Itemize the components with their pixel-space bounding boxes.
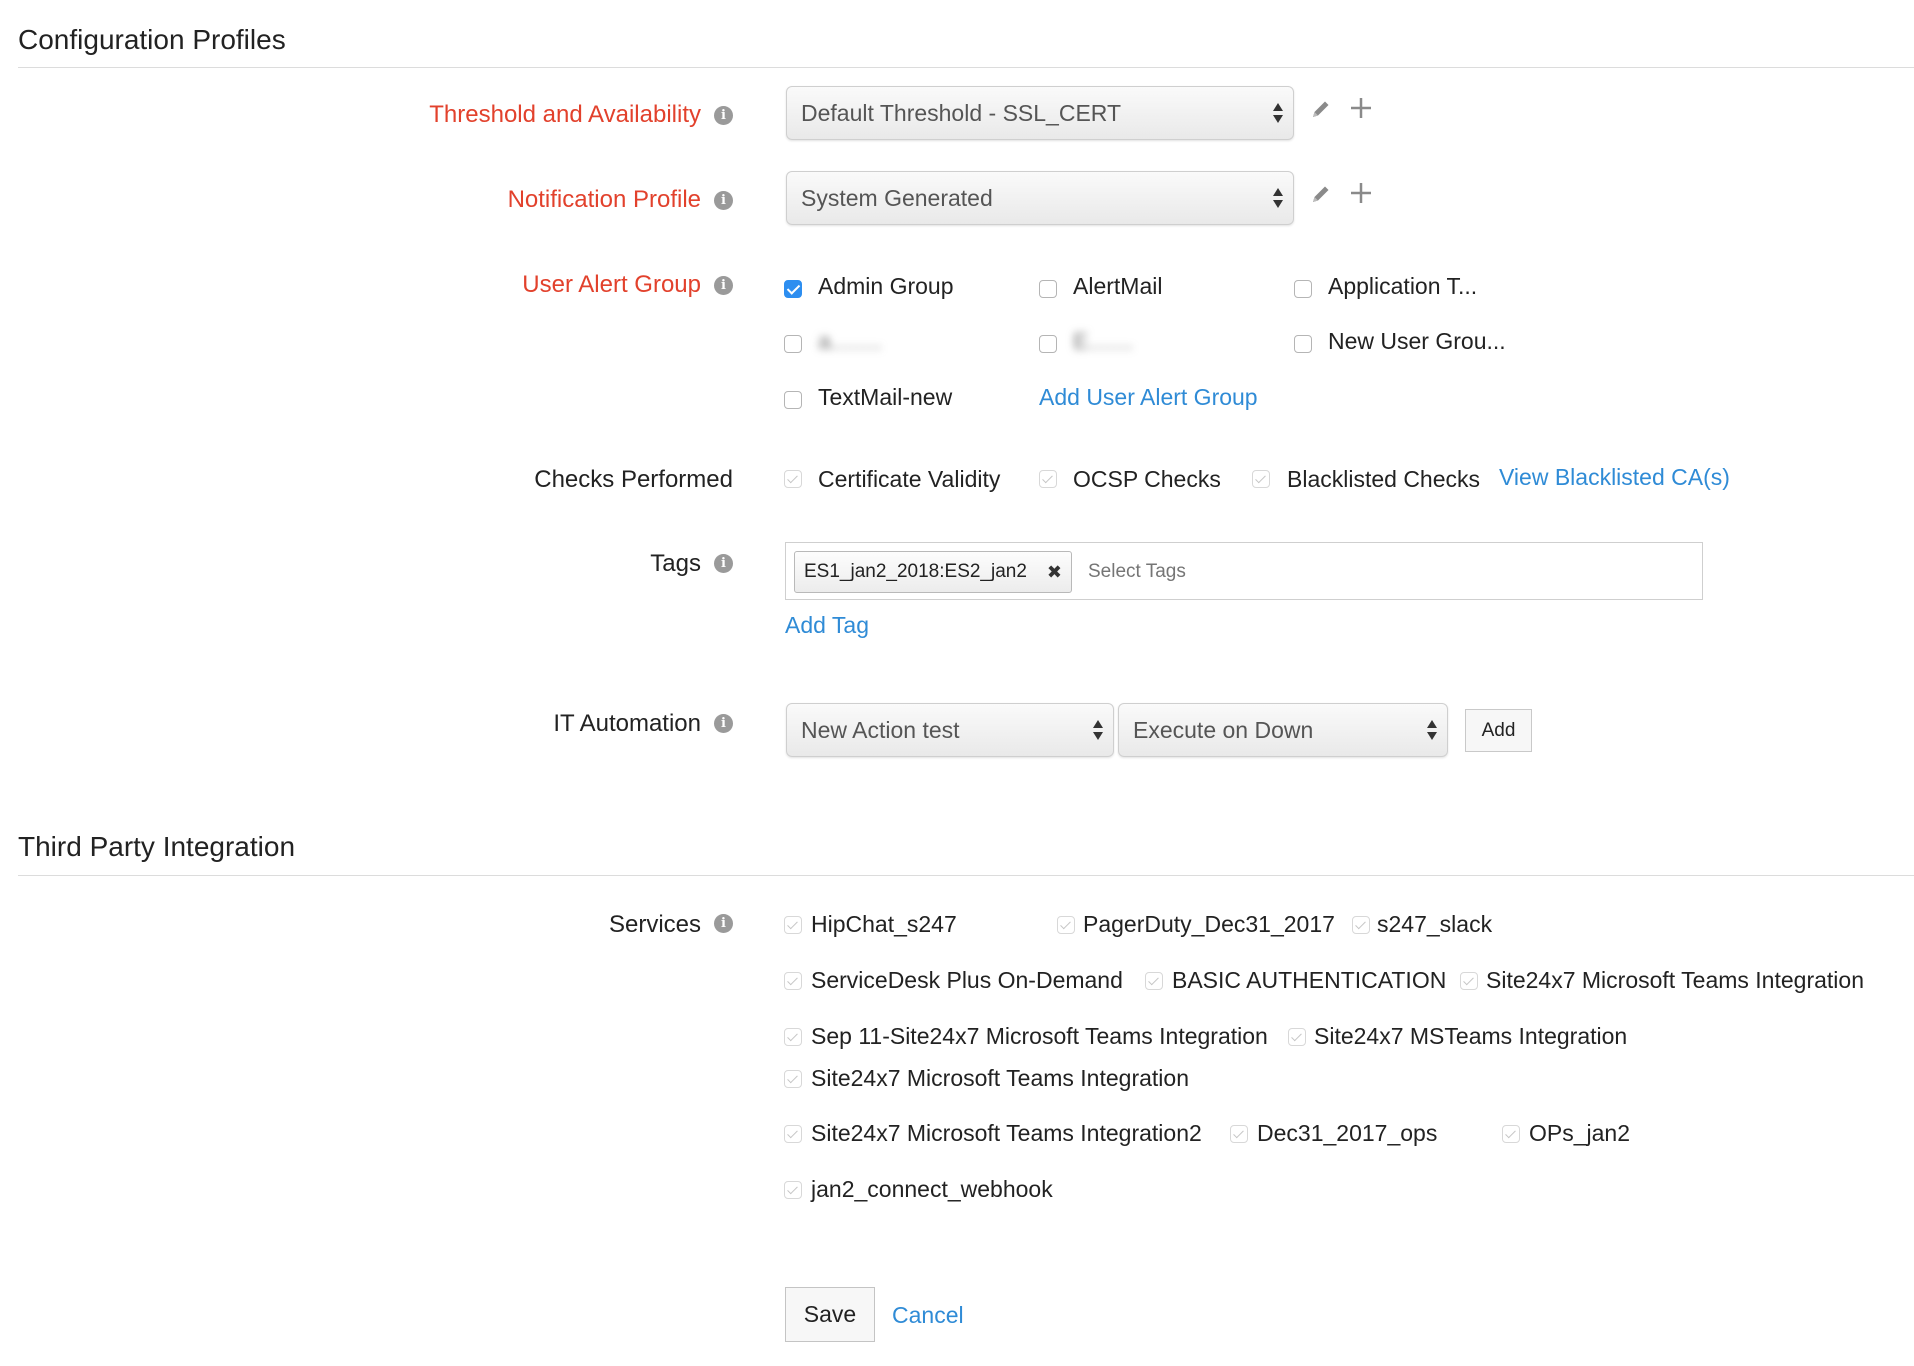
tag-chip-label: ES1_jan2_2018:ES2_jan2 [804,561,1027,582]
notification-select[interactable]: System Generated [786,171,1294,225]
service-label: Site24x7 Microsoft Teams Integration2 [811,1120,1202,1146]
checkbox-service[interactable] [784,916,802,934]
it-automation-label: IT Automation [553,710,701,737]
section-divider [18,67,1914,68]
checkbox-label: New User Grou... [1328,328,1506,354]
threshold-label: Threshold and Availability [429,101,701,128]
action-select-value: New Action test [801,717,960,743]
service-label: PagerDuty_Dec31_2017 [1083,911,1335,937]
checkbox-label-obscured: a........ [818,328,882,354]
plus-icon[interactable] [1349,181,1373,210]
checkbox-textmail-new[interactable] [784,391,802,409]
it-automation-trigger-select[interactable]: Execute on Down [1118,703,1448,757]
cancel-link[interactable]: Cancel [892,1302,964,1329]
select-arrows-icon [1427,718,1437,742]
service-label: OPs_jan2 [1529,1120,1631,1146]
checkbox-label: OCSP Checks [1073,466,1221,492]
tags-label: Tags [650,550,701,577]
tags-search-input[interactable] [1086,555,1650,589]
pencil-icon[interactable] [1310,98,1332,125]
info-icon[interactable]: i [714,276,733,295]
add-user-alert-group-link[interactable]: Add User Alert Group [1039,384,1258,411]
service-label: BASIC AUTHENTICATION [1172,967,1447,993]
checkbox-blacklisted-checks[interactable] [1252,470,1270,488]
checkbox-label: Application T... [1328,273,1478,299]
checkbox-service[interactable] [784,1181,802,1199]
notification-label: Notification Profile [507,186,701,213]
checkbox-label: Certificate Validity [818,466,1001,492]
checkbox-service[interactable] [1460,972,1478,990]
service-label: ServiceDesk Plus On-Demand [811,967,1123,993]
select-arrows-icon [1093,718,1103,742]
service-label: HipChat_s247 [811,911,957,937]
info-icon[interactable]: i [714,914,733,933]
service-label: s247_slack [1377,911,1493,937]
notification-select-value: System Generated [801,185,993,211]
checkbox-admin-group[interactable] [784,280,802,298]
plus-icon[interactable] [1349,96,1373,125]
user-alert-group-label: User Alert Group [522,271,701,298]
checkbox-alertmail[interactable] [1039,280,1057,298]
tags-input-box[interactable]: ES1_jan2_2018:ES2_jan2 ✖ [785,542,1703,600]
service-label: Site24x7 Microsoft Teams Integration [811,1065,1189,1091]
config-profiles-title: Configuration Profiles [18,24,286,55]
checkbox-service[interactable] [784,1070,802,1088]
checkbox-label: Blacklisted Checks [1287,466,1481,492]
tag-chip: ES1_jan2_2018:ES2_jan2 ✖ [794,551,1072,593]
checkbox-service[interactable] [1145,972,1163,990]
trigger-select-value: Execute on Down [1133,717,1314,743]
checkbox-obscured-group-1[interactable] [784,335,802,353]
checkbox-new-user-group[interactable] [1294,335,1312,353]
threshold-select[interactable]: Default Threshold - SSL_CERT [786,86,1294,140]
info-icon[interactable]: i [714,554,733,573]
checkbox-service[interactable] [1057,916,1075,934]
add-tag-link[interactable]: Add Tag [785,612,869,639]
threshold-select-value: Default Threshold - SSL_CERT [801,100,1122,126]
checks-performed-label: Checks Performed [534,466,733,493]
checkbox-obscured-group-2[interactable] [1039,335,1057,353]
checkbox-label: AlertMail [1073,273,1163,299]
select-arrows-icon [1273,101,1283,125]
checkbox-application[interactable] [1294,280,1312,298]
checkbox-service[interactable] [1288,1028,1306,1046]
checkbox-label-obscured: E....... [1073,328,1134,354]
checkbox-service[interactable] [784,1028,802,1046]
checkbox-service[interactable] [1502,1125,1520,1143]
view-blacklisted-ca-link[interactable]: View Blacklisted CA(s) [1499,464,1730,491]
service-label: Site24x7 MSTeams Integration [1314,1023,1628,1049]
checkbox-label: TextMail-new [818,384,953,410]
checkbox-label: Admin Group [818,273,954,299]
checkbox-service[interactable] [784,1125,802,1143]
checkbox-certificate-validity[interactable] [784,470,802,488]
checkbox-ocsp-checks[interactable] [1039,470,1057,488]
third-party-title: Third Party Integration [18,831,296,862]
service-label: Dec31_2017_ops [1257,1120,1438,1146]
pencil-icon[interactable] [1310,183,1332,210]
service-label: Sep 11-Site24x7 Microsoft Teams Integrat… [811,1023,1268,1049]
select-arrows-icon [1273,186,1283,210]
info-icon[interactable]: i [714,714,733,733]
save-button[interactable]: Save [785,1287,875,1342]
add-automation-button[interactable]: Add [1465,709,1532,752]
info-icon[interactable]: i [714,106,733,125]
checkbox-service[interactable] [1352,916,1370,934]
checkbox-service[interactable] [784,972,802,990]
service-label: jan2_connect_webhook [811,1176,1053,1202]
checkbox-service[interactable] [1230,1125,1248,1143]
service-label: Site24x7 Microsoft Teams Integration [1486,967,1864,993]
it-automation-action-select[interactable]: New Action test [786,703,1114,757]
section-divider [18,875,1914,876]
close-icon[interactable]: ✖ [1047,552,1062,592]
services-label: Services [608,911,701,938]
info-icon[interactable]: i [714,191,733,210]
